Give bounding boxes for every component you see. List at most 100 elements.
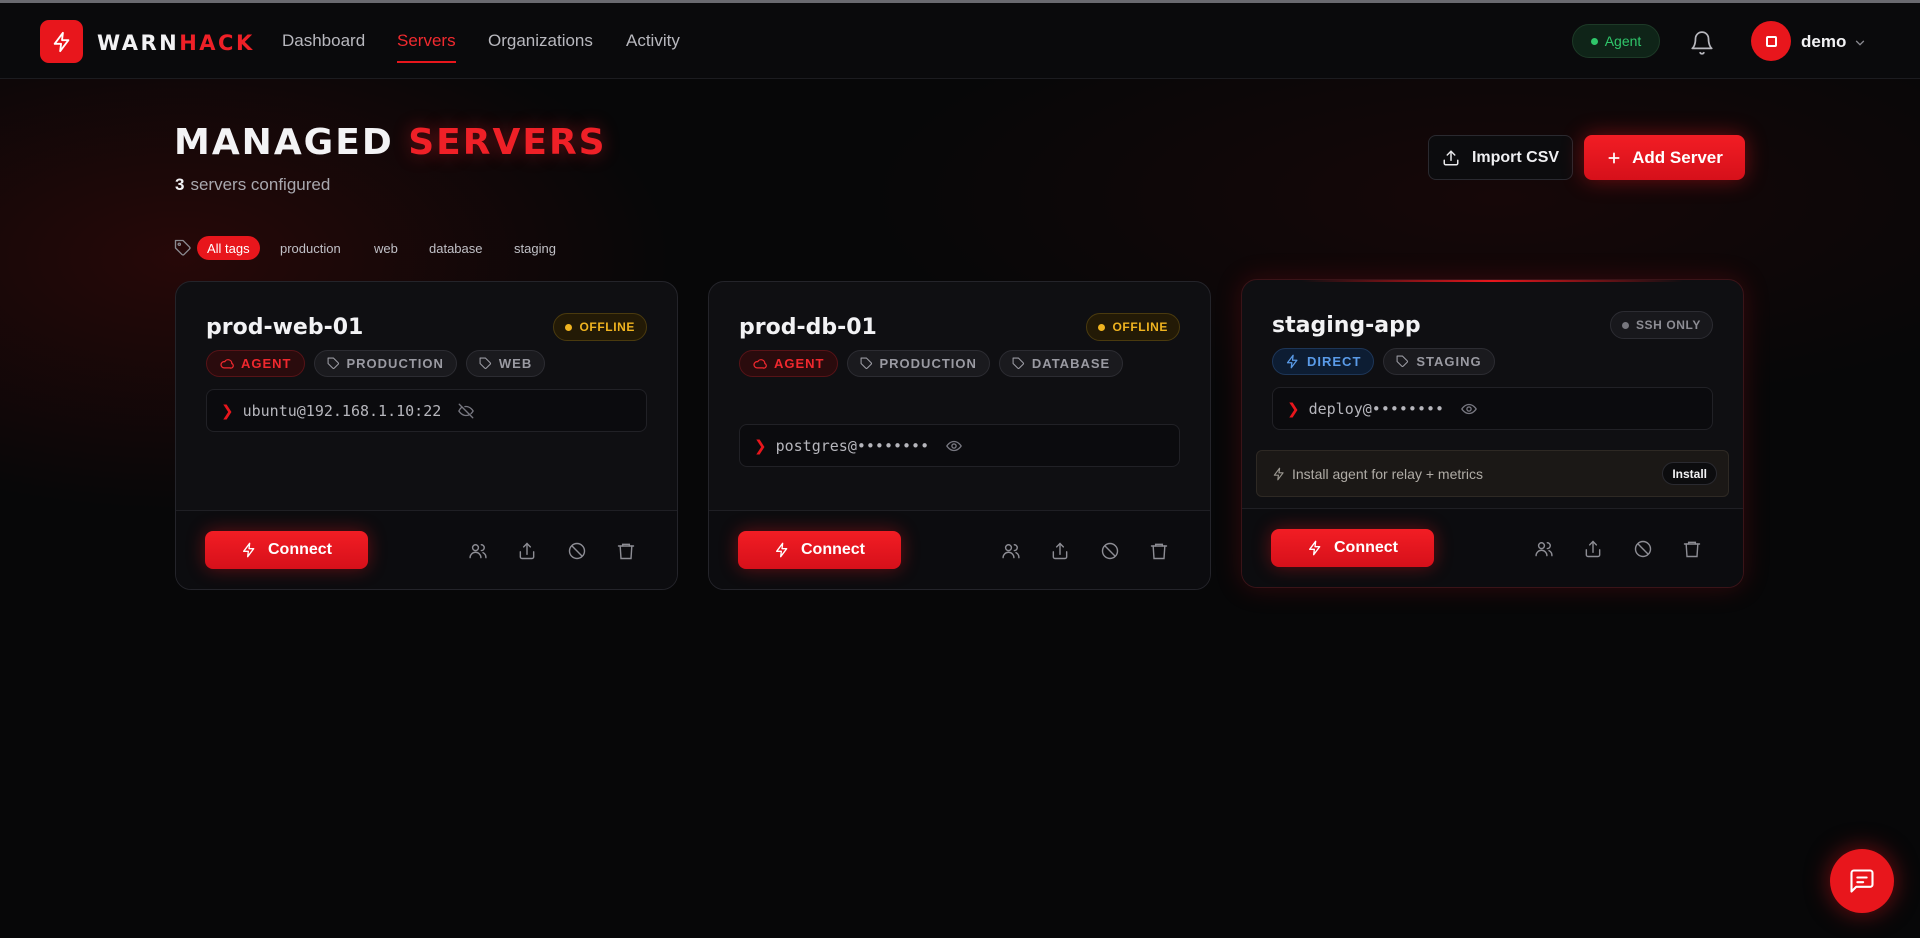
nav-activity[interactable]: Activity (626, 31, 680, 63)
connect-button[interactable]: Connect (738, 531, 901, 569)
mode-chip: AGENT (739, 350, 838, 377)
bolt-icon (1285, 354, 1300, 369)
chevron-down-icon[interactable] (1853, 36, 1867, 50)
tag-icon (1396, 355, 1409, 368)
trash-icon[interactable] (1682, 539, 1702, 559)
share-icon[interactable] (1583, 539, 1603, 559)
brand-logo[interactable]: WARNHACK (97, 31, 255, 55)
block-icon[interactable] (1633, 539, 1653, 559)
tag-filter-staging[interactable]: staging (504, 236, 566, 260)
connect-label: Connect (268, 541, 332, 558)
tag-filter-database[interactable]: database (419, 236, 493, 260)
tag-icon (327, 357, 340, 370)
status-label: OFFLINE (579, 320, 635, 334)
tag-filter-all[interactable]: All tags (197, 236, 260, 260)
share-icon[interactable] (517, 541, 537, 561)
avatar-glyph (1765, 35, 1777, 47)
eye-icon[interactable] (945, 437, 963, 455)
mode-chip: AGENT (206, 350, 305, 377)
server-name[interactable]: prod-db-01 (739, 315, 877, 340)
bell-icon[interactable] (1689, 30, 1715, 56)
tag-icon (479, 357, 492, 370)
card-footer: Connect (709, 510, 1210, 589)
avatar[interactable] (1751, 21, 1791, 61)
mode-label: AGENT (774, 356, 825, 371)
tag-chip: PRODUCTION (313, 350, 457, 377)
page-title-part1: MANAGED (174, 122, 394, 163)
eye-off-icon[interactable] (457, 402, 475, 420)
mode-chip: DIRECT (1272, 348, 1375, 375)
chat-button[interactable] (1830, 849, 1894, 913)
connect-label: Connect (801, 541, 865, 558)
block-icon[interactable] (567, 541, 587, 561)
nav-servers[interactable]: Servers (397, 31, 456, 63)
tag-filter-web[interactable]: web (364, 236, 408, 260)
tag-label: WEB (498, 356, 533, 371)
users-icon[interactable] (1001, 541, 1021, 561)
cloud-icon (752, 356, 767, 371)
connect-button[interactable]: Connect (205, 531, 368, 569)
connection-field[interactable]: ❯ postgres@•••••••• (739, 424, 1180, 467)
tag-chip: DATABASE (998, 350, 1124, 377)
connection-field[interactable]: ❯ deploy@•••••••• (1272, 387, 1713, 430)
add-server-label: Add Server (1632, 147, 1723, 167)
import-csv-button[interactable]: Import CSV (1428, 135, 1573, 180)
install-agent-banner: Install agent for relay + metrics Instal… (1256, 450, 1729, 497)
tag-label: PRODUCTION (879, 356, 977, 371)
share-icon[interactable] (1050, 541, 1070, 561)
prompt-chevron-icon: ❯ (1287, 399, 1300, 418)
server-count-label: servers configured (190, 175, 331, 194)
agent-status-pill[interactable]: Agent (1572, 24, 1660, 58)
server-card[interactable]: staging-app SSH ONLY DIRECT STAGING ❯ de… (1241, 279, 1744, 588)
tag-chip: PRODUCTION (846, 350, 990, 377)
card-footer: Connect (176, 510, 677, 589)
top-navbar: WARNHACK Dashboard Servers Organizations… (0, 3, 1920, 79)
tag-label: PRODUCTION (346, 356, 444, 371)
trash-icon[interactable] (616, 541, 636, 561)
brand-part2: HACK (179, 31, 255, 55)
eye-icon[interactable] (1460, 400, 1478, 418)
tag-icon (174, 239, 192, 257)
tag-label: DATABASE (1031, 356, 1111, 371)
nav-organizations[interactable]: Organizations (488, 31, 593, 63)
agent-status-label: Agent (1604, 33, 1642, 49)
agent-status-dot (1590, 37, 1598, 45)
trash-icon[interactable] (1149, 541, 1169, 561)
connection-string: deploy@•••••••• (1308, 399, 1445, 418)
server-count-value: 3 (175, 175, 185, 194)
page-title: MANAGED SERVERS (174, 122, 607, 163)
prompt-chevron-icon: ❯ (221, 401, 234, 420)
status-badge: SSH ONLY (1609, 311, 1713, 339)
add-server-button[interactable]: Add Server (1584, 135, 1745, 180)
server-name[interactable]: staging-app (1272, 313, 1421, 338)
chat-icon (1848, 867, 1876, 895)
install-button[interactable]: Install (1662, 462, 1717, 485)
install-agent-text: Install agent for relay + metrics (1292, 465, 1484, 482)
bolt-icon (1307, 540, 1323, 556)
connection-field[interactable]: ❯ ubuntu@192.168.1.10:22 (206, 389, 647, 432)
status-badge: OFFLINE (553, 313, 647, 341)
block-icon[interactable] (1100, 541, 1120, 561)
server-count: 3 servers configured (175, 175, 330, 195)
server-card[interactable]: prod-db-01 OFFLINE AGENT PRODUCTION DATA… (708, 281, 1211, 590)
connection-string: postgres@•••••••• (775, 436, 930, 455)
connect-button[interactable]: Connect (1271, 529, 1434, 567)
connection-string: ubuntu@192.168.1.10:22 (242, 401, 442, 420)
users-icon[interactable] (468, 541, 488, 561)
bolt-icon[interactable] (40, 20, 83, 63)
status-label: OFFLINE (1112, 320, 1168, 334)
brand-part1: WARN (97, 31, 180, 55)
bolt-icon (774, 542, 790, 558)
server-name[interactable]: prod-web-01 (206, 315, 363, 340)
plus-icon (1606, 150, 1622, 166)
server-card[interactable]: prod-web-01 OFFLINE AGENT PRODUCTION WEB… (175, 281, 678, 590)
card-footer: Connect (1242, 508, 1743, 587)
users-icon[interactable] (1534, 539, 1554, 559)
upload-icon (1442, 149, 1460, 167)
mode-label: DIRECT (1307, 354, 1362, 369)
nav-dashboard[interactable]: Dashboard (282, 31, 365, 63)
bolt-icon (241, 542, 257, 558)
user-name[interactable]: demo (1801, 32, 1846, 52)
tag-filter-production[interactable]: production (270, 236, 351, 260)
tag-chip: STAGING (1383, 348, 1495, 375)
